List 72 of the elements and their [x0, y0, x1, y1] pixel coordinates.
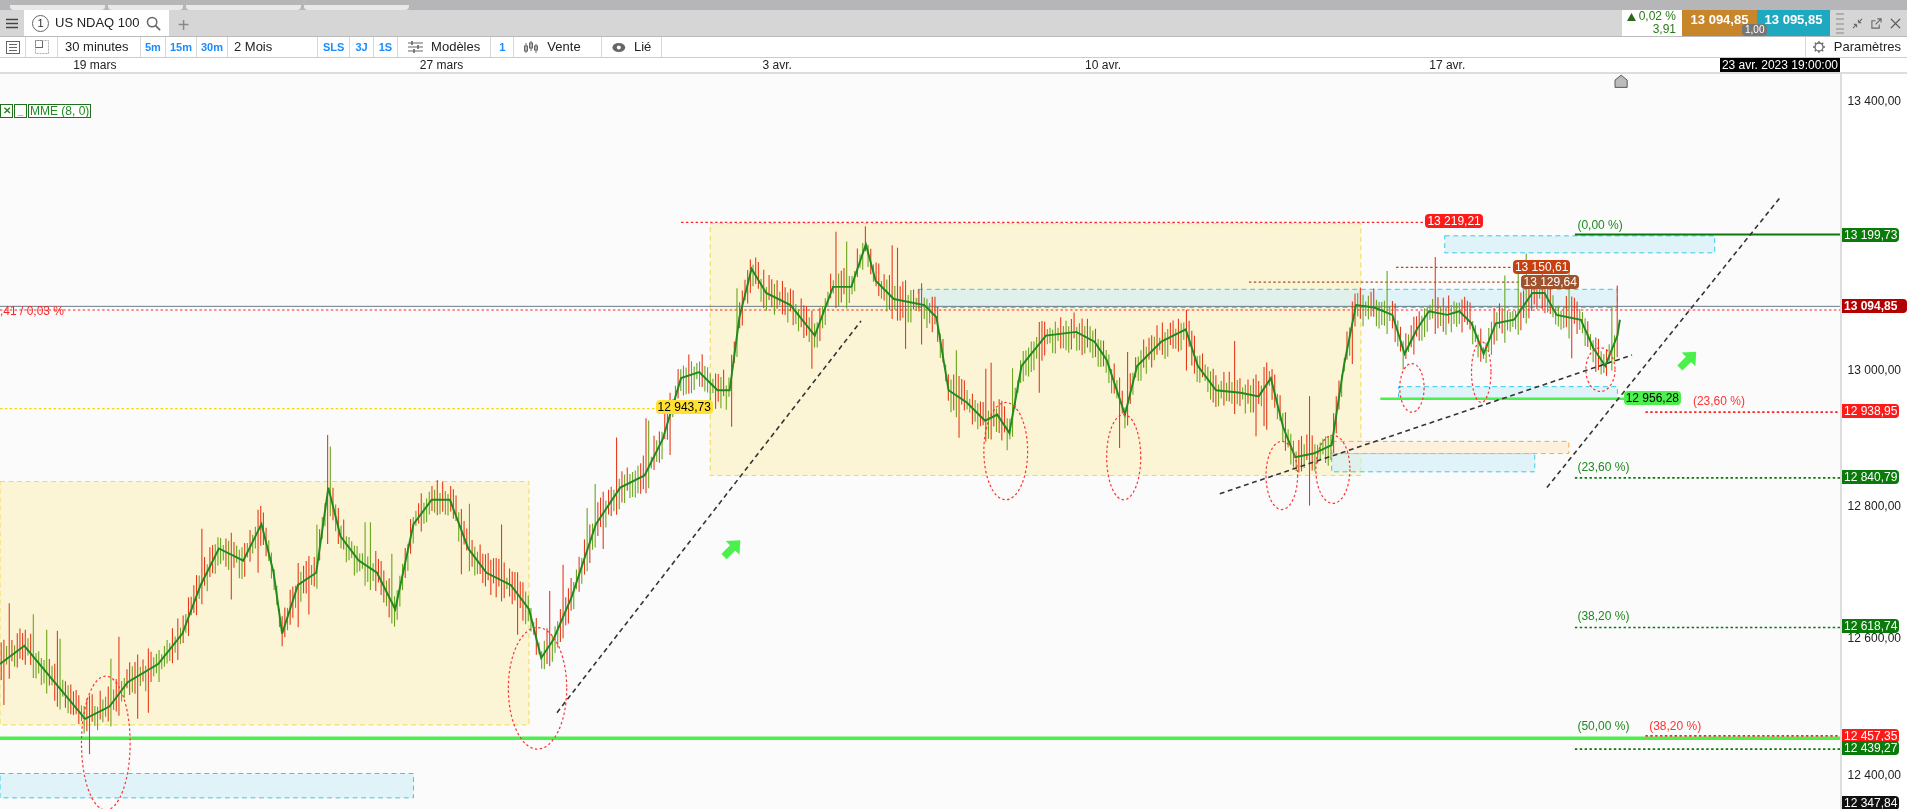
fibonacci-label: (0,00 %) — [1577, 218, 1623, 232]
date-label: 19 mars — [73, 58, 117, 72]
fibonacci-label: (38,20 %) — [1649, 719, 1702, 733]
add-tab-button[interactable]: + — [168, 10, 199, 36]
templates-button[interactable]: Modèles — [398, 37, 492, 57]
grip-icon[interactable] — [1836, 12, 1844, 34]
interval-dropdown[interactable]: 30 minutes — [58, 37, 141, 57]
price-tag: 12 840,79 — [1842, 469, 1900, 484]
indicator-legend: MME (8, 0) — [28, 104, 92, 119]
circle-marker — [1399, 362, 1425, 413]
price-label: 13 219,21 — [1425, 213, 1483, 228]
price-label: 13 129,64 — [1521, 274, 1579, 289]
price-change-label: ,41 / 0,03 % — [0, 305, 65, 318]
settings-icon — [1811, 40, 1826, 54]
price-label: 12 943,73 — [655, 399, 713, 414]
fibonacci-label: (23,60 %) — [1577, 460, 1630, 474]
range-button[interactable]: SLS — [317, 37, 351, 57]
spread-badge: 1,00 — [1742, 24, 1768, 36]
search-icon[interactable] — [145, 15, 161, 31]
change-points: 3,91 — [1652, 23, 1676, 36]
price-tick: 13 000,00 — [1847, 362, 1901, 377]
up-triangle-icon — [1626, 12, 1636, 21]
price-tag: 13 199,73 — [1842, 227, 1900, 242]
interval-button[interactable]: 30m — [196, 37, 228, 57]
remove-indicator-button[interactable]: ✕ — [0, 104, 13, 119]
linked-button[interactable]: Lié — [602, 37, 663, 57]
count-button[interactable]: 1 — [491, 37, 515, 57]
circle-marker — [1265, 440, 1299, 511]
price-label: 12 956,28 — [1623, 391, 1681, 406]
date-label: 10 avr. — [1085, 58, 1122, 72]
date-label: 27 mars — [419, 58, 464, 72]
sliders-icon — [408, 41, 424, 53]
menu-icon — [6, 17, 18, 29]
circle-marker — [1585, 347, 1616, 393]
fibonacci-label: (38,20 %) — [1577, 610, 1630, 624]
price-tag: 12 938,95 — [1842, 403, 1900, 418]
list-icon[interactable] — [5, 40, 20, 54]
layout-icon[interactable] — [34, 40, 49, 54]
range-button[interactable]: 1S — [373, 37, 399, 57]
change-percent: 0,02 % — [1638, 10, 1676, 23]
chart-tab[interactable]: 1 US NDAQ 100 — [24, 10, 169, 36]
date-label: 3 avr. — [762, 58, 792, 72]
minimize-indicator-button[interactable]: _ — [14, 104, 27, 119]
minimize-icon[interactable] — [1852, 17, 1863, 29]
crosshair-time: 23 avr. 2023 19:00:00 — [1719, 58, 1840, 72]
interval-button[interactable]: 5m — [141, 37, 166, 57]
popout-icon[interactable] — [1871, 17, 1882, 29]
settings-button[interactable]: Paramètres — [1804, 37, 1907, 57]
interval-button[interactable]: 15m — [165, 37, 197, 57]
fibonacci-label: (50,00 %) — [1577, 719, 1630, 733]
arrow-icon — [721, 540, 741, 560]
range-dropdown[interactable]: 2 Mois — [227, 37, 318, 57]
price-tick: 13 400,00 — [1847, 93, 1901, 108]
price-tag: 12 618,74 — [1842, 619, 1900, 634]
chart-type-button[interactable]: Vente — [514, 37, 603, 57]
price-tick: 12 400,00 — [1847, 767, 1901, 782]
price-tag: 12 457,35 — [1842, 728, 1900, 743]
circle-marker — [1470, 341, 1492, 404]
price-tag: 13 094,85 — [1842, 299, 1907, 314]
fibonacci-label: (23,60 %) — [1692, 395, 1745, 409]
tab-label: US NDAQ 100 — [55, 14, 140, 33]
eye-icon — [612, 41, 626, 53]
circle-marker — [1315, 434, 1351, 505]
candlestick-icon — [524, 40, 540, 54]
price-tick: 12 600,00 — [1847, 631, 1901, 646]
arrow-icon — [1677, 351, 1697, 371]
date-label: 17 avr. — [1429, 58, 1466, 72]
range-button[interactable]: 3J — [350, 37, 374, 57]
close-icon[interactable] — [1890, 17, 1901, 29]
price-tick: 12 800,00 — [1847, 498, 1901, 513]
price-tag: 12 347,84 — [1842, 795, 1900, 809]
price-label: 13 150,61 — [1512, 260, 1571, 275]
